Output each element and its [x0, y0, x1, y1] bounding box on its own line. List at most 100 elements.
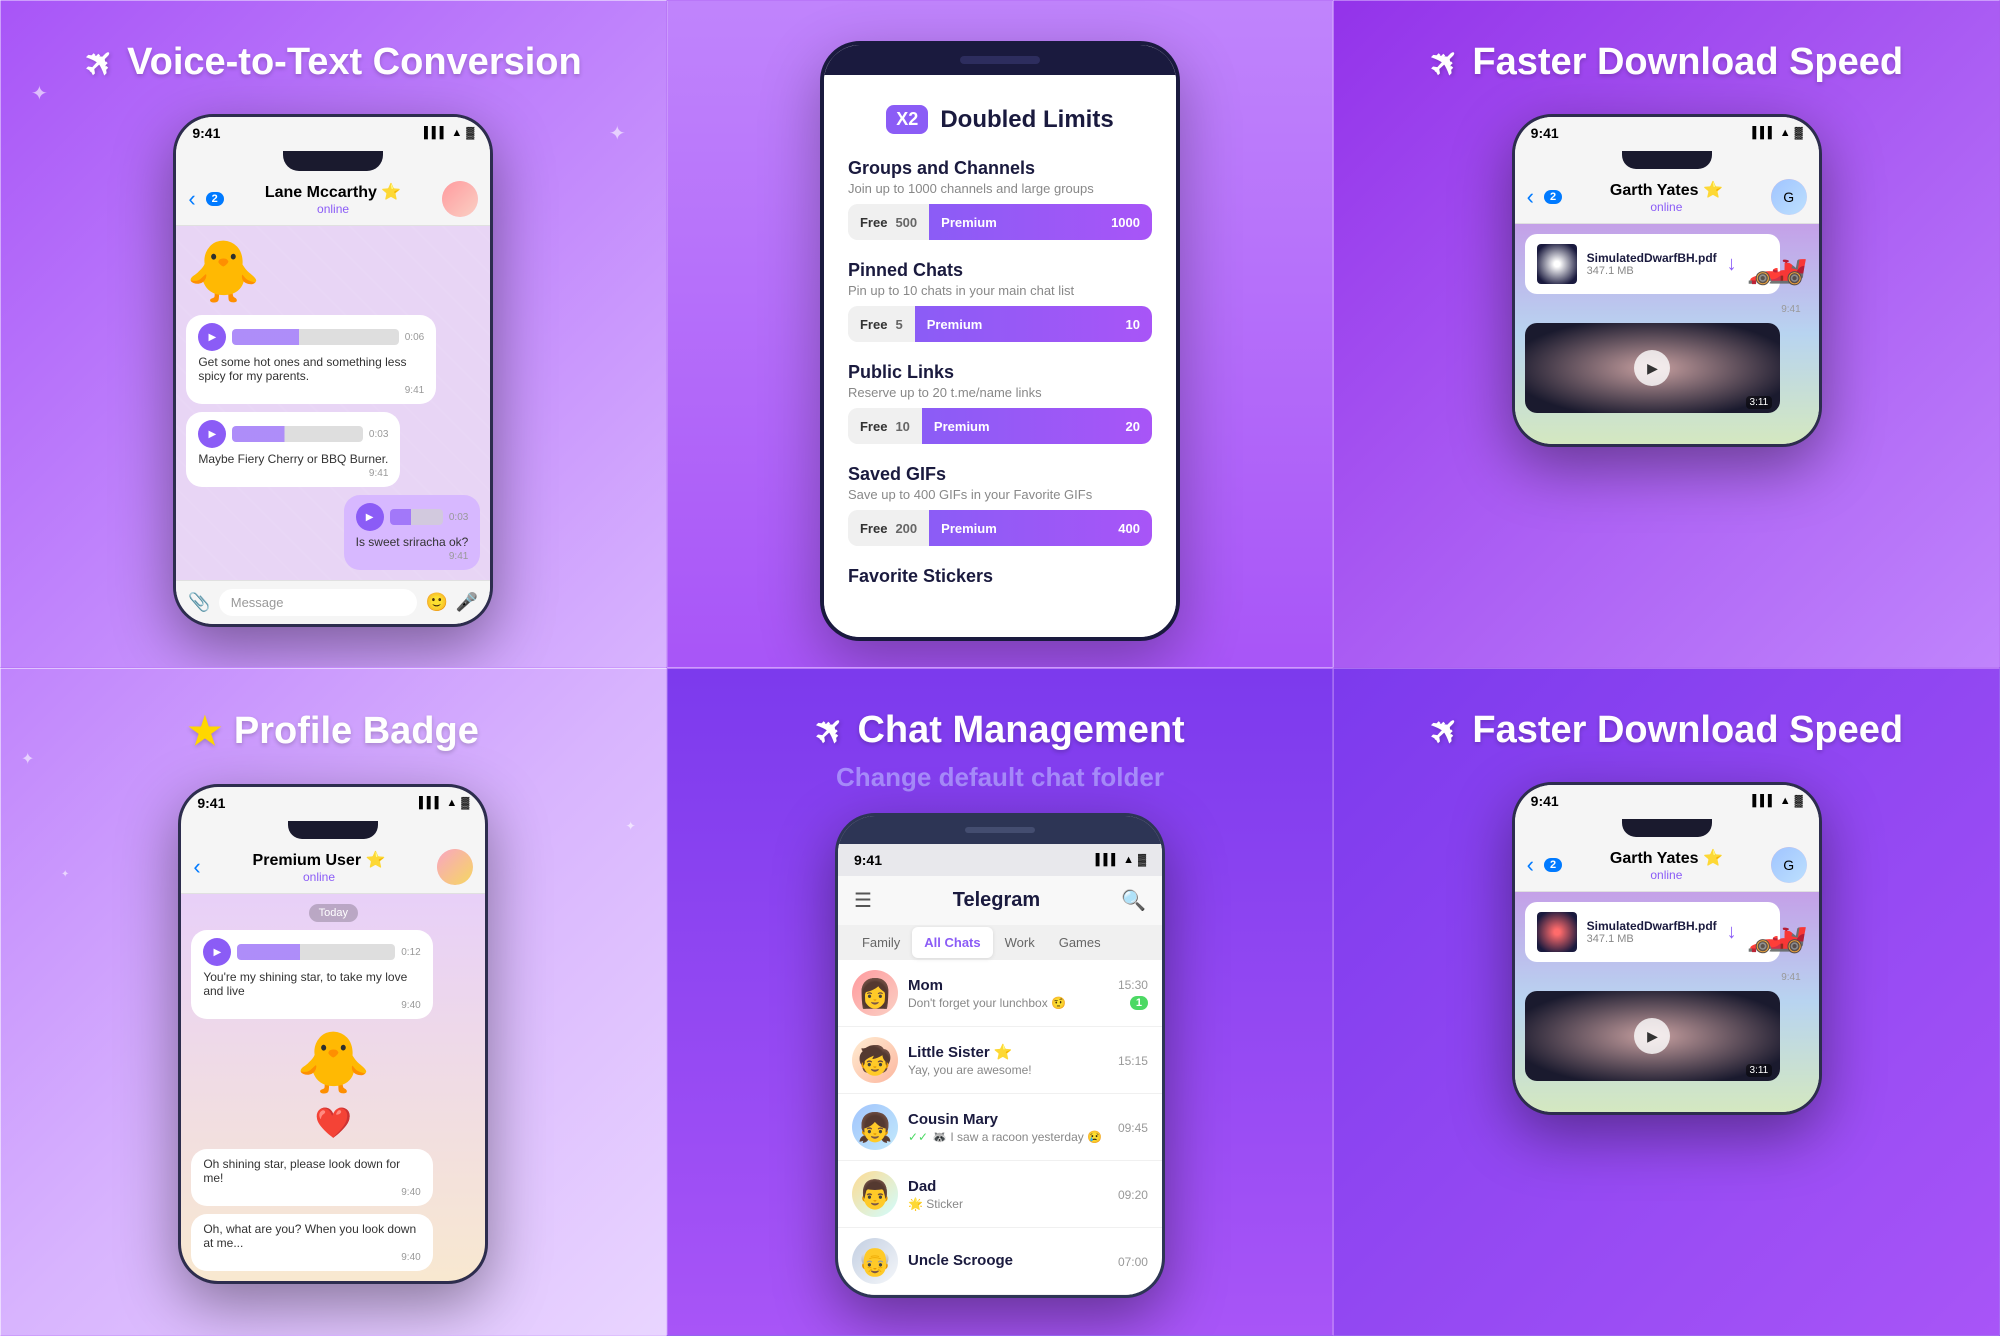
avatar-uncle: 👴	[852, 1238, 898, 1284]
chat-badge-mom: 1	[1130, 996, 1148, 1010]
premium-phone: 9:41 ▌▌▌ ▲ ▓ ‹ Premium User	[178, 784, 488, 1284]
back-button-1[interactable]: ‹	[188, 186, 195, 212]
sparkle-2: ✦	[609, 121, 626, 146]
chat-header-6: ‹ 2 Garth Yates ⭐ online G	[1515, 839, 1819, 892]
contact-avatar-1	[442, 181, 478, 217]
mgmt-search-icon[interactable]: 🔍	[1121, 888, 1146, 913]
notch-1	[176, 149, 490, 173]
mgmt-menu-icon[interactable]: ☰	[854, 888, 872, 913]
chat-item-cousin[interactable]: 👧 Cousin Mary ✓✓ 🦝 I saw a racoon yester…	[838, 1094, 1162, 1161]
tab-games[interactable]: Games	[1047, 927, 1113, 958]
msg-3: ▶ 0:03 Is sweet sriracha ok? 9:41	[344, 495, 481, 570]
play-button-3[interactable]: ▶	[356, 503, 384, 531]
tab-family[interactable]: Family	[850, 927, 912, 958]
download-icon-3[interactable]: ↓	[1727, 253, 1737, 276]
battery-icon-3: ▓	[1795, 127, 1803, 139]
cell-faster-download-top: ✈ Faster Download Speed 9:41 ▌▌▌ ▲ ▓	[1333, 0, 2000, 668]
contact-name-3: Garth Yates ⭐	[1572, 180, 1761, 200]
chat-name-dad: Dad	[908, 1178, 1108, 1195]
premium-star-1: ⭐	[381, 184, 401, 201]
check-cousin: ✓✓	[908, 1130, 928, 1144]
limit-bar-groups: Free 500 Premium 1000	[848, 204, 1152, 240]
duration-2: 0:03	[369, 429, 388, 440]
chat-item-mom[interactable]: 👩 Mom Don't forget your lunchbox 🤨 15:30…	[838, 960, 1162, 1027]
status-icons-6: ▌▌▌ ▲ ▓	[1752, 795, 1802, 807]
chat-time-sister: 15:15	[1118, 1054, 1148, 1068]
chat-name-cousin: Cousin Mary	[908, 1111, 1108, 1128]
chat-item-uncle[interactable]: 👴 Uncle Scrooge 07:00	[838, 1228, 1162, 1295]
back-button-3[interactable]: ‹	[1527, 184, 1534, 210]
download-icon-6[interactable]: ↓	[1727, 921, 1737, 944]
status-bar-1: 9:41 ▌▌▌ ▲ ▓	[176, 117, 490, 149]
cell-voice-to-text: ✈ Voice-to-Text Conversion ✦ ✦ 9:41 ▌▌▌ …	[0, 0, 667, 668]
notch-cutout	[283, 151, 383, 171]
tab-work[interactable]: Work	[993, 927, 1047, 958]
notch-cutout-4	[288, 821, 378, 839]
avatar-cousin: 👧	[852, 1104, 898, 1150]
file-name-3: SimulatedDwarfBH.pdf	[1587, 251, 1717, 265]
status-icons-5: ▌▌▌ ▲ ▓	[1096, 854, 1146, 866]
limit-name-pinned: Pinned Chats	[848, 260, 1152, 281]
cell5-title: ✈ Chat Management	[815, 709, 1184, 752]
back-button-6[interactable]: ‹	[1527, 852, 1534, 878]
message-input-1[interactable]: Message	[219, 589, 418, 616]
phone-1: 9:41 ▌▌▌ ▲ ▓ ‹ 2 La	[173, 114, 493, 627]
garth-chat-area-top: 🏎️ SimulatedDwarfBH.pdf 347.1 MB ↓ 9:41	[1515, 224, 1819, 444]
limit-bar-links: Free 10 Premium 20	[848, 408, 1152, 444]
sparkle-4b: ✦	[626, 819, 636, 833]
chat-time-uncle: 07:00	[1118, 1255, 1148, 1269]
free-label-pinned: Free	[860, 317, 887, 332]
video-play-3[interactable]: ▶	[1634, 350, 1670, 386]
emoji-icon-1[interactable]: 🙂	[425, 592, 447, 613]
video-play-6[interactable]: ▶	[1634, 1018, 1670, 1054]
status-bar-3: 9:41 ▌▌▌ ▲ ▓	[1515, 117, 1819, 149]
status-icons-4: ▌▌▌ ▲ ▓	[419, 797, 469, 809]
contact-avatar-3: G	[1771, 179, 1807, 215]
chat-meta-sister: 15:15	[1118, 1052, 1148, 1068]
avatar-mom: 👩	[852, 970, 898, 1016]
file-size-3: 347.1 MB	[1587, 265, 1717, 277]
chat-header-1: ‹ 2 Lane Mccarthy ⭐ online	[176, 173, 490, 226]
limit-row-links: Public Links Reserve up to 20 t.me/name …	[848, 362, 1152, 444]
chat-time-dad: 09:20	[1118, 1188, 1148, 1202]
file-bubble-3: SimulatedDwarfBH.pdf 347.1 MB ↓	[1525, 234, 1781, 294]
play-button-2[interactable]: ▶	[198, 420, 226, 448]
file-time-6: 9:41	[1525, 972, 1809, 983]
today-badge: Today	[309, 904, 358, 922]
voice-text-3: Is sweet sriracha ok?	[356, 535, 469, 549]
back-button-4[interactable]: ‹	[193, 854, 200, 880]
chat-input-bar-1: 📎 Message 🙂 🎤	[176, 580, 490, 624]
voice-text-2: Maybe Fiery Cherry or BBQ Burner.	[198, 452, 388, 466]
voice-text-1: Get some hot ones and something less spi…	[198, 355, 424, 383]
mgmt-app-header: ☰ Telegram 🔍	[838, 876, 1162, 925]
signal-icon: ▌▌▌	[424, 127, 447, 139]
limit-desc-links: Reserve up to 20 t.me/name links	[848, 385, 1152, 400]
chat-messages-1: 🐥 ▶ 0:06 Get some hot ones and something…	[176, 226, 490, 580]
play-button-1[interactable]: ▶	[198, 323, 226, 351]
duck-sticker-4: 🐥	[296, 1027, 371, 1098]
mic-icon-1[interactable]: 🎤	[456, 592, 478, 613]
tab-all-chats[interactable]: All Chats	[912, 927, 992, 958]
limit-desc-groups: Join up to 1000 channels and large group…	[848, 181, 1152, 196]
limit-free-gifs: Free 200	[848, 510, 929, 546]
chat-item-sister[interactable]: 🧒 Little Sister ⭐ Yay, you are awesome! …	[838, 1027, 1162, 1094]
premium-play-1[interactable]: ▶	[203, 938, 231, 966]
premium-label-gifs: Premium	[941, 521, 997, 536]
garth-screen-top: 9:41 ▌▌▌ ▲ ▓ ‹ 2 Garth Yates	[1515, 117, 1819, 444]
mgmt-phone: 9:41 ▌▌▌ ▲ ▓ ☰ Telegram 🔍 Family All	[835, 813, 1165, 1298]
chat-name-mom: Mom	[908, 977, 1108, 994]
video-time-3: 3:11	[1746, 396, 1773, 409]
free-label-groups: Free	[860, 215, 887, 230]
limit-free-groups: Free 500	[848, 204, 929, 240]
chat-item-dad[interactable]: 👨 Dad 🌟 Sticker 09:20	[838, 1161, 1162, 1228]
notch-4	[181, 819, 485, 841]
premium-val-groups: 1000	[1111, 215, 1140, 230]
file-bubble-6: SimulatedDwarfBH.pdf 347.1 MB ↓	[1525, 902, 1781, 962]
voice-msg-3: ▶ 0:03	[356, 503, 469, 531]
free-val-links: 10	[895, 419, 909, 434]
unread-badge-6: 2	[1544, 858, 1562, 872]
limit-desc-pinned: Pin up to 10 chats in your main chat lis…	[848, 283, 1152, 298]
chat-header-info-1: Lane Mccarthy ⭐ online	[234, 182, 433, 216]
limits-notch	[960, 56, 1040, 64]
attach-icon-1[interactable]: 📎	[188, 592, 210, 613]
